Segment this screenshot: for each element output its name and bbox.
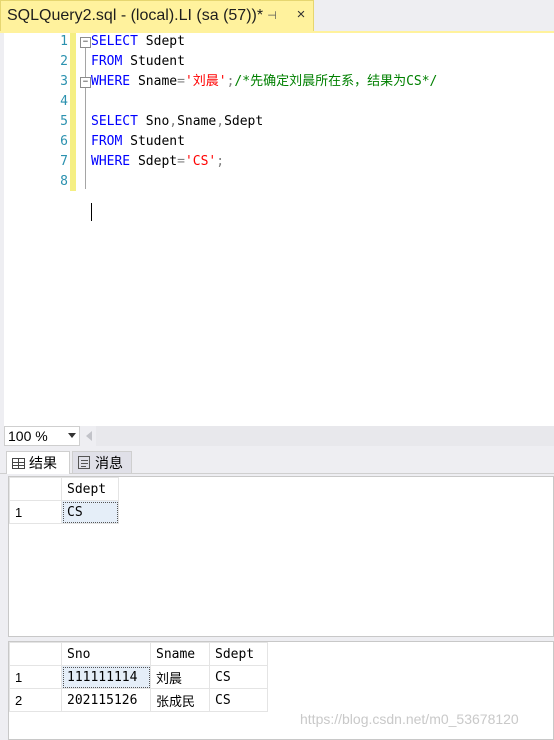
line-number: 1: [60, 34, 68, 49]
sql-comment: /*先确定刘晨所在系，结果为CS*/: [234, 74, 438, 89]
code-line[interactable]: FROM Student: [91, 132, 185, 152]
line-number: 2: [60, 54, 68, 69]
sql-token: Sname: [130, 74, 178, 89]
table-cell[interactable]: CS: [209, 688, 268, 712]
table-cell[interactable]: CS: [209, 665, 268, 689]
message-icon: [78, 456, 90, 469]
line-number: 7: [60, 154, 68, 169]
text-caret: [91, 203, 92, 221]
tab-results-label: 结果: [29, 455, 57, 471]
sql-token: Student: [122, 54, 185, 69]
row-header-corner[interactable]: [9, 477, 62, 501]
query-editor[interactable]: 12345678 − − SELECT Sdept FROM Student WHE…: [0, 33, 554, 426]
table-cell[interactable]: 刘晨: [150, 665, 210, 689]
pin-icon[interactable]: ⊣: [265, 9, 279, 23]
sql-token: ,: [169, 114, 178, 129]
sql-token: Sname: [177, 114, 217, 129]
sql-token: =: [177, 74, 185, 89]
horizontal-scrollbar[interactable]: [96, 426, 554, 446]
results-tab-strip: 结果 消息: [0, 448, 554, 474]
sql-keyword: FROM: [91, 134, 123, 149]
sql-keyword: SELECT: [91, 114, 138, 129]
fold-line: [85, 85, 86, 189]
sql-token: Sno: [137, 114, 170, 129]
scroll-left-icon[interactable]: [86, 431, 92, 441]
fold-line: [85, 45, 86, 79]
sql-keyword: FROM: [91, 54, 123, 69]
column-header[interactable]: Sdept: [209, 642, 268, 666]
sql-keyword: WHERE: [91, 74, 131, 89]
line-number: 6: [60, 134, 68, 149]
zoom-value: 100 %: [8, 428, 48, 444]
line-number: 5: [60, 114, 68, 129]
column-header[interactable]: Sdept: [61, 477, 119, 501]
sql-token: ,: [216, 114, 225, 129]
code-line[interactable]: WHERE Sdept='CS';: [91, 152, 224, 172]
line-number: 4: [60, 94, 68, 109]
result-table: Sno Sname Sdept 1 111111114 刘晨 CS 2 2021…: [9, 642, 268, 712]
line-number: 3: [60, 74, 68, 89]
tab-messages[interactable]: 消息: [72, 451, 132, 474]
code-line[interactable]: WHERE Sname='刘晨';/*先确定刘晨所在系，结果为CS*/: [91, 72, 437, 92]
line-number-gutter: 1 2 3 4 5 6 7 8: [26, 33, 72, 426]
grid-icon: [12, 457, 25, 469]
column-header[interactable]: Sno: [61, 642, 151, 666]
line-number: 8: [60, 174, 68, 189]
sql-token: ;: [216, 154, 225, 169]
code-line[interactable]: SELECT Sno,Sname,Sdept: [91, 112, 263, 132]
sql-token: Sdept: [130, 154, 178, 169]
zoom-dropdown[interactable]: 100 %: [4, 426, 80, 446]
sql-string: '刘晨': [184, 74, 227, 89]
sql-token: =: [177, 154, 185, 169]
tab-results[interactable]: 结果: [6, 451, 70, 474]
code-line[interactable]: FROM Student: [91, 52, 185, 72]
watermark: https://blog.csdn.net/m0_53678120: [300, 711, 519, 727]
sql-token: Student: [122, 134, 185, 149]
chevron-down-icon: [68, 433, 76, 438]
document-tab-title: SQLQuery2.sql - (local).LI (sa (57))*: [7, 7, 264, 24]
column-header[interactable]: Sname: [150, 642, 210, 666]
row-number[interactable]: 1: [9, 500, 62, 524]
tab-messages-label: 消息: [95, 454, 123, 471]
table-cell[interactable]: 张成民: [150, 688, 210, 712]
row-header-corner[interactable]: [9, 642, 62, 666]
close-icon[interactable]: ×: [293, 7, 309, 23]
document-tab[interactable]: SQLQuery2.sql - (local).LI (sa (57))* ⊣ …: [0, 0, 314, 31]
sql-token: Sdept: [224, 114, 264, 129]
collapse-region-icon[interactable]: −: [80, 37, 91, 48]
table-cell[interactable]: CS: [61, 500, 119, 524]
ssms-window: SQLQuery2.sql - (local).LI (sa (57))* ⊣ …: [0, 0, 554, 740]
zoom-bar: 100 %: [0, 426, 554, 446]
sql-token: Sdept: [137, 34, 185, 49]
row-number[interactable]: 2: [9, 688, 62, 712]
sql-string: 'CS': [184, 154, 217, 169]
sql-keyword: SELECT: [91, 34, 138, 49]
result-grid-1[interactable]: Sdept 1 CS: [8, 476, 554, 637]
collapse-region-icon[interactable]: −: [80, 77, 91, 88]
change-tracking-bar: [70, 33, 76, 191]
row-number[interactable]: 1: [9, 665, 62, 689]
table-cell[interactable]: 202115126: [61, 688, 151, 712]
result-table: Sdept 1 CS: [9, 477, 119, 524]
code-line[interactable]: SELECT Sdept: [91, 32, 185, 52]
sql-keyword: WHERE: [91, 154, 131, 169]
table-cell[interactable]: 111111114: [61, 665, 151, 689]
